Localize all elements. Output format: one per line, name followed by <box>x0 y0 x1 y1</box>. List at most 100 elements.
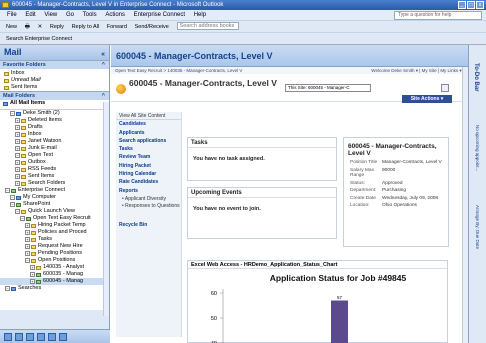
favorite-sent[interactable]: Sent Items <box>0 84 109 91</box>
view-all-content-link[interactable]: View All Site Content <box>116 112 181 121</box>
site-search-scope[interactable]: This Site: 600045 - Manager-C <box>285 84 371 92</box>
folder-tree-item[interactable]: +140035 - Analyst <box>0 264 109 271</box>
expand-toggle-icon[interactable]: − <box>5 188 10 193</box>
menu-actions[interactable]: Actions <box>105 12 125 18</box>
mail-nav-icon[interactable] <box>4 333 12 341</box>
folder-tree-item[interactable]: + Inbox <box>0 131 109 138</box>
menu-file[interactable]: File <box>7 12 17 18</box>
expand-toggle-icon[interactable]: − <box>5 286 10 291</box>
expand-toggle-icon[interactable]: + <box>15 160 20 165</box>
menu-help[interactable]: Help <box>194 12 206 18</box>
folder-tree-item[interactable]: +600035 - Manag <box>0 271 109 278</box>
expand-toggle-icon[interactable]: − <box>25 258 30 263</box>
site-actions-button[interactable]: Site Actions ▾ <box>402 95 452 103</box>
folder-tree-item[interactable]: + Search Folders <box>0 180 109 187</box>
expand-toggle-icon[interactable]: + <box>30 272 35 277</box>
folder-tree-item[interactable]: + Pending Positions <box>0 250 109 257</box>
folder-tree-item[interactable]: + Outbox <box>0 159 109 166</box>
folder-tree-item[interactable]: − SharePoint <box>0 201 109 208</box>
folder-tree-item[interactable]: + Deleted Items <box>0 117 109 124</box>
folder-tree-item[interactable]: + Junk E-mail <box>0 145 109 152</box>
send-receive-button[interactable]: Send/Receive <box>135 24 169 30</box>
folder-tree-item[interactable]: − My Computer <box>0 194 109 201</box>
calendar-nav-icon[interactable] <box>15 333 23 341</box>
expand-toggle-icon[interactable]: − <box>10 111 15 116</box>
folder-tree-item[interactable]: +600045 - Manag <box>0 278 109 285</box>
quick-launch-review-team[interactable]: Review Team <box>116 153 181 161</box>
favorites-header[interactable]: Favorite Folders ^ <box>0 60 109 69</box>
expand-toggle-icon[interactable]: − <box>15 153 20 158</box>
expand-toggle-icon[interactable]: + <box>15 125 20 130</box>
expand-toggle-icon[interactable]: − <box>20 216 25 221</box>
minimize-button[interactable]: _ <box>458 1 466 9</box>
quick-launch-reports[interactable]: Reports <box>116 187 181 195</box>
folder-list-icon[interactable] <box>59 333 67 341</box>
reply-button[interactable]: Reply <box>50 24 64 30</box>
expand-toggle-icon[interactable]: + <box>15 174 20 179</box>
print-icon[interactable]: 🖶 <box>25 24 30 30</box>
contacts-nav-icon[interactable] <box>26 333 34 341</box>
new-button[interactable]: New <box>6 24 17 30</box>
sp-breadcrumb[interactable]: Open Text Easy Recruit > 140035 - Manage… <box>115 68 242 73</box>
recycle-bin-link[interactable]: Recycle Bin <box>116 221 181 229</box>
folder-tree-item[interactable]: − Enterprise Connect <box>0 187 109 194</box>
expand-toggle-icon[interactable]: + <box>25 244 30 249</box>
todo-tasks-arrange[interactable]: Arrange By: Due Date <box>475 205 480 249</box>
expand-toggle-icon[interactable]: + <box>25 237 30 242</box>
expand-toggle-icon[interactable]: + <box>15 132 20 137</box>
report-applicant-diversity[interactable]: • Applicant Diversity <box>116 195 181 203</box>
mail-folders-header[interactable]: Mail Folders ^ <box>0 91 109 100</box>
search-enterprise-connect-button[interactable]: Search Enterprise Connect <box>6 36 72 42</box>
folder-tree-item[interactable]: − Open Text <box>0 152 109 159</box>
expand-toggle-icon[interactable]: − <box>15 209 20 214</box>
folder-tree-item[interactable]: − Open Positions <box>0 257 109 264</box>
report-responses[interactable]: • Responses to Questions <box>116 203 181 217</box>
expand-toggle-icon[interactable]: + <box>15 181 20 186</box>
notes-nav-icon[interactable] <box>48 333 56 341</box>
help-search-input[interactable]: Type a question for help <box>394 11 482 20</box>
sp-welcome[interactable]: Welcome Deke Smith ▾ | My Site | My Link… <box>371 67 464 74</box>
reply-all-button[interactable]: Reply to All <box>72 24 100 30</box>
quick-launch-candidates[interactable]: Candidates <box>116 120 181 128</box>
close-button[interactable]: x <box>476 1 484 9</box>
expand-toggle-icon[interactable]: + <box>30 279 35 284</box>
menu-view[interactable]: View <box>44 12 57 18</box>
menu-enterprise-connect[interactable]: Enterprise Connect <box>134 12 185 18</box>
quick-launch-tasks[interactable]: Tasks <box>116 145 181 153</box>
menu-edit[interactable]: Edit <box>25 12 35 18</box>
folder-tree-item[interactable]: + Hiring Packet Temp <box>0 222 109 229</box>
folder-tree-scrollbar[interactable] <box>103 102 109 316</box>
quick-launch-search-applications[interactable]: Search applications <box>116 137 181 145</box>
expand-toggle-icon[interactable]: + <box>15 146 20 151</box>
folder-tree-item[interactable]: + RSS Feeds <box>0 166 109 173</box>
expand-toggle-icon[interactable]: + <box>25 230 30 235</box>
folder-tree-item[interactable]: + Tasks <box>0 236 109 243</box>
folder-tree-item[interactable]: + Janet Watson <box>0 138 109 145</box>
address-book-search[interactable]: Search address books <box>176 22 239 31</box>
folder-tree-item[interactable]: + Policies and Proced <box>0 229 109 236</box>
forward-button[interactable]: Forward <box>107 24 127 30</box>
expand-toggle-icon[interactable]: + <box>25 251 30 256</box>
folder-tree-item[interactable]: − Open Text Easy Recruit <box>0 215 109 222</box>
favorite-unread[interactable]: Unread Mail <box>0 77 109 84</box>
search-go-icon[interactable] <box>441 84 449 92</box>
menu-go[interactable]: Go <box>66 12 74 18</box>
folder-tree-item[interactable]: − Deke Smith (2) <box>0 110 109 117</box>
quick-launch-hiring-packet[interactable]: Hiring Packet <box>116 162 181 170</box>
favorite-inbox[interactable]: Inbox <box>0 70 109 77</box>
folder-tree-item[interactable]: − Searches <box>0 285 109 292</box>
tasks-nav-icon[interactable] <box>37 333 45 341</box>
expand-toggle-icon[interactable]: + <box>30 265 35 270</box>
delete-icon[interactable]: ✕ <box>38 24 43 30</box>
menu-tools[interactable]: Tools <box>83 12 97 18</box>
folder-tree-item[interactable]: + Sent Items <box>0 173 109 180</box>
folder-tree-item[interactable]: + Drafts <box>0 124 109 131</box>
expand-toggle-icon[interactable]: + <box>15 167 20 172</box>
expand-toggle-icon[interactable]: + <box>15 118 20 123</box>
folder-tree-item[interactable]: + Request New Hire <box>0 243 109 250</box>
expand-toggle-icon[interactable]: − <box>10 202 15 207</box>
quick-launch-applicants[interactable]: Applicants <box>116 129 181 137</box>
expand-toggle-icon[interactable]: − <box>10 195 15 200</box>
folder-tree-item[interactable]: − Quick Launch View <box>0 208 109 215</box>
expand-toggle-icon[interactable]: + <box>15 139 20 144</box>
